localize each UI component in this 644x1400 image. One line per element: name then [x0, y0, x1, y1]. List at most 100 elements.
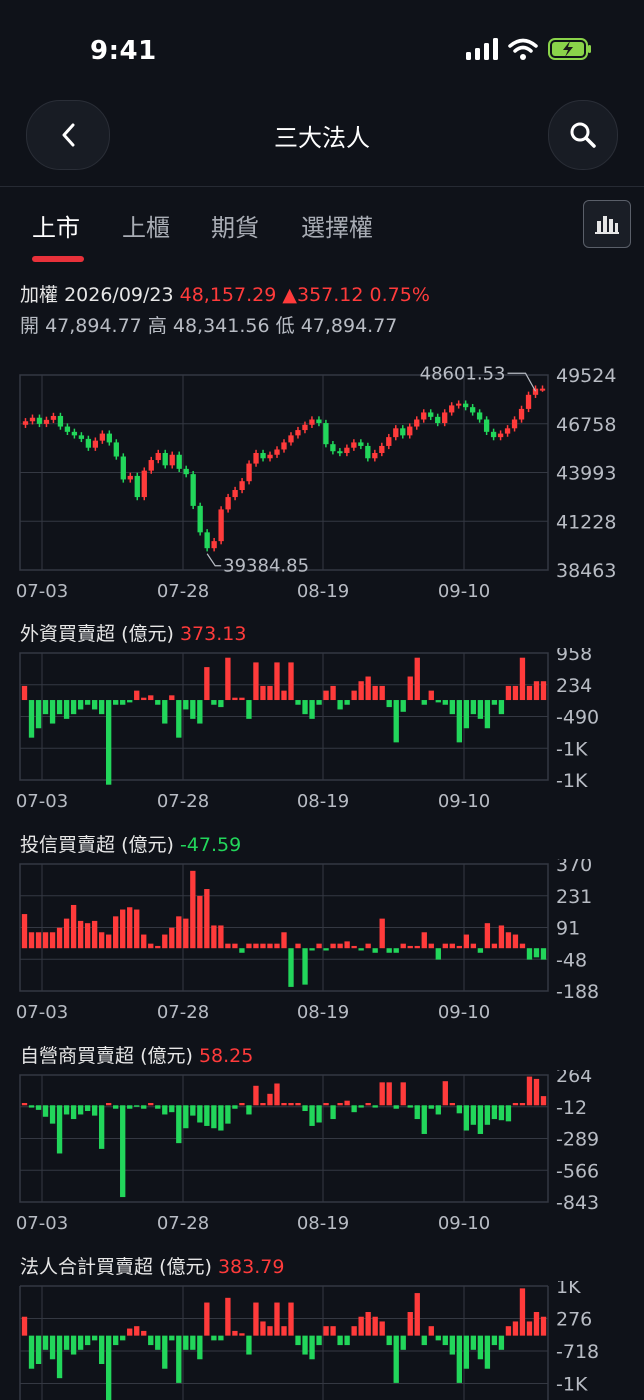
net-buy-bar [155, 1335, 161, 1350]
dealer-unit: (億元) [140, 1045, 193, 1067]
x-tick-label: 09-10 [438, 1002, 490, 1023]
net-buy-bar [386, 948, 392, 953]
x-tick-label: 07-03 [16, 581, 68, 602]
net-buy-bar [526, 948, 533, 960]
net-buy-bar [477, 1335, 484, 1360]
x-tick-label: 07-03 [16, 791, 68, 812]
net-buy-bar [42, 1335, 49, 1350]
net-buy-bar [21, 914, 28, 949]
candle-body [43, 419, 50, 424]
net-buy-bar [190, 700, 196, 719]
net-buy-bar [288, 1102, 294, 1106]
net-buy-bar [323, 690, 329, 701]
net-buy-bar [232, 1330, 238, 1336]
candle-body [29, 417, 36, 422]
net-buy-bar [428, 690, 434, 701]
net-buy-bar [519, 1288, 526, 1336]
foreign-net-buy-chart[interactable]: 07-03 07-28 08-19 09-10 958 234 -490 -1K -1K [0, 648, 644, 820]
net-buy-bar [316, 1105, 322, 1123]
net-buy-bar [519, 1102, 526, 1106]
net-buy-bar [456, 700, 462, 743]
candle-body [323, 423, 329, 445]
trust-net-buy-chart[interactable]: 07-03 07-28 08-19 09-10 370 231 91 -48 -188 [0, 859, 644, 1031]
tab-listed[interactable]: 上市 [32, 208, 80, 243]
net-buy-bar [169, 927, 175, 949]
y-tick-label: 46758 [556, 414, 616, 436]
net-buy-bar [540, 1096, 547, 1106]
net-buy-bar [302, 700, 308, 715]
index-candlestick-chart[interactable]: 07-03 07-28 08-19 09-10 49524 46758 43993 41228… [0, 360, 644, 606]
net-buy-bar [393, 700, 399, 743]
tab-options[interactable]: 選擇權 [301, 208, 373, 243]
candle-body [246, 463, 252, 482]
net-buy-bar [337, 1102, 343, 1106]
net-buy-bar [218, 925, 224, 949]
net-buy-bar [449, 700, 455, 715]
net-buy-bar [98, 932, 105, 949]
tab-futures[interactable]: 期貨 [211, 208, 259, 243]
search-button[interactable] [548, 100, 618, 170]
net-buy-bar [106, 1102, 112, 1106]
net-buy-bar [120, 1335, 126, 1341]
net-buy-bar [295, 1335, 301, 1346]
net-buy-bar [246, 1335, 252, 1355]
candle-body [302, 424, 308, 431]
candle-body [449, 405, 455, 413]
y-tick-label: 38463 [556, 560, 616, 582]
candle-body [400, 428, 406, 436]
net-buy-bar [260, 685, 266, 701]
net-buy-bar [309, 1335, 315, 1360]
net-buy-bar [463, 934, 470, 949]
net-buy-bar [379, 1321, 385, 1336]
net-buy-bar [491, 943, 498, 949]
candle-body [113, 442, 119, 457]
net-buy-bar [456, 1105, 462, 1114]
candle-body [155, 452, 161, 461]
net-buy-bar [70, 1105, 77, 1120]
y-tick-label: -1K [556, 1374, 588, 1396]
net-buy-bar [56, 1105, 63, 1154]
net-buy-bar [155, 1105, 161, 1109]
net-buy-bar [393, 948, 399, 953]
total-net-buy-chart[interactable]: 1K 276 -718 -1K [0, 1281, 644, 1400]
net-buy-bar [134, 1105, 140, 1107]
candle-body [351, 442, 357, 448]
net-buy-bar [204, 1105, 210, 1126]
net-buy-bar [540, 681, 547, 701]
net-buy-bar [225, 657, 231, 701]
candle-body [462, 403, 469, 408]
net-buy-bar [323, 948, 329, 951]
low-value: 47,894.77 [300, 315, 398, 337]
dealer-net-buy-chart[interactable]: 07-03 07-28 08-19 09-10 264 -12 -289 -566 -843 [0, 1070, 644, 1242]
net-buy-bar [246, 1105, 252, 1115]
net-buy-bar [49, 932, 56, 949]
net-buy-bar [35, 700, 42, 729]
net-buy-bar [98, 700, 105, 715]
net-buy-bar [49, 1335, 56, 1360]
chart-toggle-button[interactable] [583, 200, 631, 248]
net-buy-bar [162, 1105, 168, 1115]
net-buy-bar [533, 681, 540, 701]
y-tick-label: -843 [556, 1192, 599, 1214]
total-latest: 383.79 [217, 1256, 285, 1278]
net-buy-bar [372, 1105, 378, 1108]
y-tick-label: 91 [556, 918, 580, 940]
net-buy-bar [246, 943, 252, 949]
net-buy-bar [141, 1105, 147, 1109]
net-buy-bar [358, 1316, 364, 1336]
battery-charging-icon [548, 38, 591, 60]
net-buy-bar [491, 700, 498, 705]
net-buy-bar [421, 932, 427, 949]
net-buy-bar [351, 1326, 357, 1336]
net-buy-bar [225, 1105, 231, 1124]
tab-otc[interactable]: 上櫃 [122, 208, 170, 243]
net-buy-bar [435, 1335, 441, 1341]
net-buy-bar [400, 943, 406, 949]
net-buy-bar [162, 700, 168, 724]
candle-body [253, 452, 259, 464]
candle-body [36, 417, 43, 424]
candle-body [22, 421, 29, 425]
net-buy-bar [449, 943, 455, 949]
net-buy-bar [309, 948, 315, 951]
y-tick-label: -1K [556, 738, 588, 760]
